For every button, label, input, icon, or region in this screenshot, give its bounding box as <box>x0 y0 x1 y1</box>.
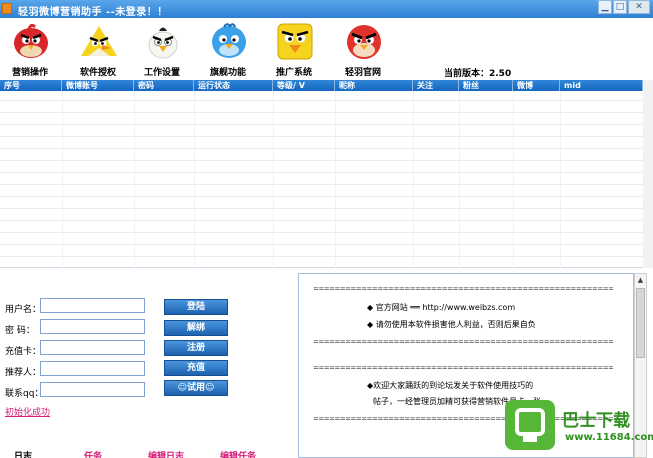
recharge-card-label: 充值卡： <box>5 347 42 357</box>
grid-line <box>0 184 643 185</box>
column-header-fans[interactable]: 粉丝 <box>459 80 513 91</box>
maximize-button[interactable]: □ <box>613 0 627 14</box>
toolbar-item-flagship[interactable]: 旗舰功能 <box>198 20 258 78</box>
toolbar-item-promotion[interactable]: 推广系统 <box>264 20 324 78</box>
password-input[interactable] <box>40 319 145 334</box>
column-header-nickname[interactable]: 昵称 <box>335 80 413 91</box>
grid-column-line <box>194 91 195 268</box>
yellow-angry-bird-icon <box>81 26 117 56</box>
toolbar-label-settings: 工作设置 <box>143 68 180 78</box>
recharge-card-input[interactable] <box>40 340 145 355</box>
column-header-mid[interactable]: mid <box>560 80 643 91</box>
grid-column-line <box>273 91 274 268</box>
tab-tasks[interactable]: 任务 <box>84 449 102 458</box>
column-header-account[interactable]: 微博账号 <box>62 80 134 91</box>
grid-line <box>0 172 643 173</box>
grid-line <box>0 256 643 257</box>
contact-qq-label: 联系qq： <box>5 389 44 399</box>
watermark-logo-icon <box>505 400 555 450</box>
column-header-password[interactable]: 密码 <box>134 80 194 91</box>
grid-line <box>0 220 643 221</box>
init-status-link[interactable]: 初始化成功 <box>5 405 50 418</box>
grid-column-line <box>335 91 336 268</box>
watermark-url: www.11684.com <box>565 432 653 443</box>
welcome-line: ◆欢迎大家踊跃的到论坛发关于软件使用技巧的 <box>367 381 534 390</box>
window-title: 轻羽微博营销助手 --未登录！！ <box>18 7 168 18</box>
toolbar-item-settings[interactable]: 工作设置 <box>132 20 192 78</box>
grid-column-line <box>413 91 414 268</box>
table-header: 序号 微博账号 密码 运行状态 等级/ V 昵称 关注 粉丝 微博 mid <box>0 80 643 91</box>
referrer-label: 推荐人： <box>5 368 42 378</box>
watermark-title: 巴士下载 <box>562 411 630 431</box>
official-site-line: ◆ 官方网站 ══ http://www.weibzs.com <box>367 303 516 312</box>
toolbar-label-flagship: 旗舰功能 <box>209 68 246 78</box>
app-icon <box>2 3 12 14</box>
notice-separator: ========================================… <box>313 364 613 372</box>
register-button[interactable]: 注册 <box>164 340 228 356</box>
grid-column-line <box>459 91 460 268</box>
status-tabs: 日志 任务 编辑日志 编辑任务 <box>0 449 298 458</box>
watermark: 巴士下载 www.11684.com <box>505 400 653 458</box>
tab-edit-log[interactable]: 编辑日志 <box>148 449 184 458</box>
minimize-button[interactable]: ▁ <box>598 0 612 14</box>
grid-line <box>0 160 643 161</box>
column-header-following[interactable]: 关注 <box>413 80 459 91</box>
grid-line <box>0 100 643 101</box>
grid-column-line <box>134 91 135 268</box>
login-button[interactable]: 登陆 <box>164 299 228 315</box>
blue-bird-icon <box>212 23 246 58</box>
grid-line <box>0 244 643 245</box>
tab-log[interactable]: 日志 <box>14 449 32 458</box>
notice-separator: ========================================… <box>313 338 613 346</box>
title-bar: 轻羽微博营销助手 --未登录！！ ▁ □ ✕ <box>0 0 653 18</box>
column-header-weibo[interactable]: 微博 <box>513 80 560 91</box>
red-round-bird-icon <box>347 25 381 59</box>
toolbar-label-marketing: 营销操作 <box>11 68 48 78</box>
toolbar: 营销操作 软件授权 工作设置 旗舰功能 推广系统 轻羽官网 当前版本：2.50 <box>0 18 653 79</box>
grid-line <box>0 136 643 137</box>
scroll-thumb[interactable] <box>636 288 645 358</box>
toolbar-label-license: 软件授权 <box>79 68 116 78</box>
unbind-button[interactable]: 解绑 <box>164 320 228 336</box>
toolbar-label-promotion: 推广系统 <box>275 68 312 78</box>
red-angry-bird-icon <box>14 23 48 58</box>
toolbar-label-official-site: 轻羽官网 <box>344 68 381 78</box>
toolbar-item-official-site[interactable]: 轻羽官网 <box>333 20 393 78</box>
toolbar-item-marketing[interactable]: 营销操作 <box>0 20 60 78</box>
grid-line <box>0 208 643 209</box>
contact-qq-input[interactable] <box>40 382 145 397</box>
recharge-button[interactable]: 充值 <box>164 360 228 376</box>
accounts-table[interactable]: 序号 微博账号 密码 运行状态 等级/ V 昵称 关注 粉丝 微博 mid <box>0 80 643 268</box>
scroll-up-arrow-icon[interactable]: ▲ <box>635 274 646 286</box>
column-header-level[interactable]: 等级/ V <box>273 80 335 91</box>
grid-line <box>0 196 643 197</box>
grid-column-line <box>62 91 63 268</box>
trial-button[interactable]: ☺试用☺ <box>164 380 228 396</box>
username-input[interactable] <box>40 298 145 313</box>
username-label: 用户名： <box>5 305 42 315</box>
grid-line <box>0 232 643 233</box>
referrer-input[interactable] <box>40 361 145 376</box>
table-scrollbar[interactable] <box>643 80 653 268</box>
grid-line <box>0 148 643 149</box>
usage-warning-line: ◆ 请勿使用本软件损害他人利益，否则后果自负 <box>367 320 536 329</box>
white-angry-bird-icon <box>148 27 178 59</box>
grid-line <box>0 124 643 125</box>
notice-separator: ========================================… <box>313 285 613 293</box>
yellow-square-bird-icon <box>277 23 313 60</box>
column-header-index[interactable]: 序号 <box>0 80 62 91</box>
version-label: 当前版本：2.50 <box>444 69 512 79</box>
grid-column-line <box>560 91 561 268</box>
column-header-status[interactable]: 运行状态 <box>194 80 273 91</box>
password-label: 密 码： <box>5 326 35 336</box>
close-button[interactable]: ✕ <box>628 0 650 14</box>
toolbar-item-license[interactable]: 软件授权 <box>68 20 128 78</box>
tab-edit-tasks[interactable]: 编辑任务 <box>220 449 256 458</box>
grid-line <box>0 112 643 113</box>
grid-column-line <box>513 91 514 268</box>
